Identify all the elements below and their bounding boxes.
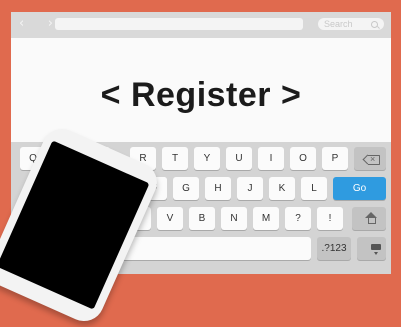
forward-icon[interactable]: › [48, 17, 53, 31]
page-title: < Register > [100, 76, 302, 114]
shift-key[interactable] [352, 207, 386, 230]
numbers-key[interactable]: .?123 [317, 237, 351, 260]
key-g[interactable]: G [173, 177, 199, 200]
back-icon[interactable]: ‹ [19, 17, 24, 31]
go-button[interactable]: Go [333, 177, 386, 200]
backspace-key[interactable] [354, 147, 386, 171]
key-j[interactable]: J [237, 177, 263, 200]
nav-arrows: ‹ › [19, 17, 53, 31]
key-l[interactable]: L [301, 177, 327, 200]
key-question[interactable]: ? [285, 207, 311, 230]
key-i[interactable]: I [258, 147, 284, 170]
key-m[interactable]: M [253, 207, 279, 230]
browser-toolbar: ‹ › Search [11, 12, 391, 38]
address-bar[interactable] [55, 18, 303, 30]
key-y[interactable]: Y [194, 147, 220, 170]
search-placeholder: Search [324, 19, 353, 29]
search-icon[interactable] [371, 21, 378, 28]
key-o[interactable]: O [290, 147, 316, 170]
hide-keyboard-key[interactable] [357, 237, 386, 260]
key-p[interactable]: P [322, 147, 348, 170]
key-n[interactable]: N [221, 207, 247, 230]
shift-icon [365, 212, 377, 224]
key-u[interactable]: U [226, 147, 252, 170]
key-b[interactable]: B [189, 207, 215, 230]
key-exclamation[interactable]: ! [317, 207, 343, 230]
key-t[interactable]: T [162, 147, 188, 170]
backspace-icon [368, 148, 380, 171]
keyboard-hide-icon [371, 244, 381, 255]
search-input[interactable]: Search [318, 18, 384, 30]
key-k[interactable]: K [269, 177, 295, 200]
key-h[interactable]: H [205, 177, 231, 200]
key-v[interactable]: V [157, 207, 183, 230]
